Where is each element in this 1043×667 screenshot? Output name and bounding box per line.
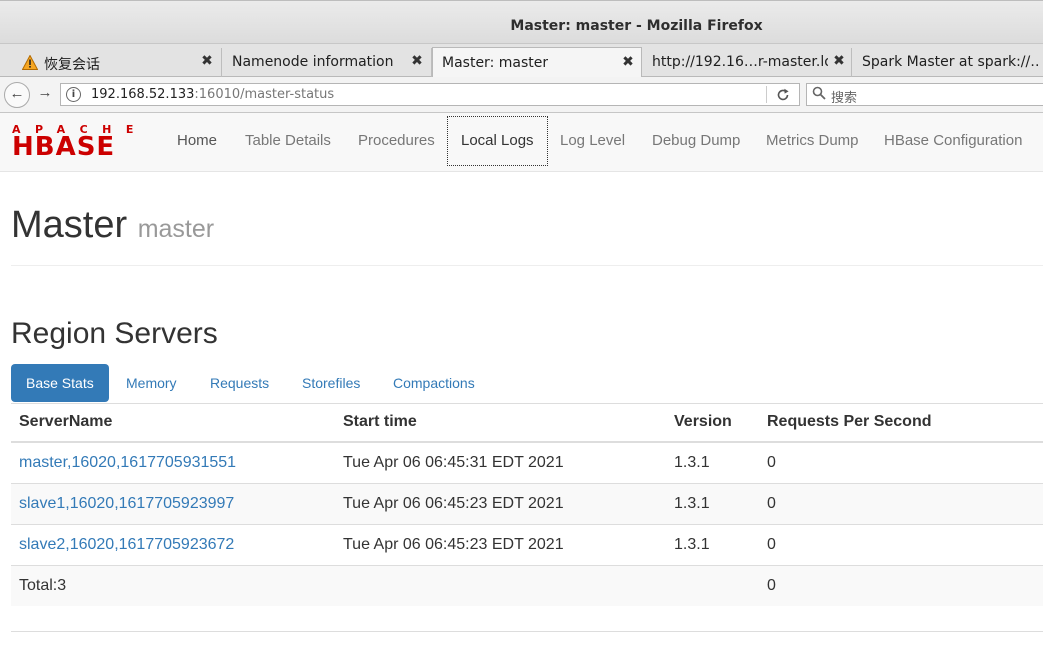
tab-master-log[interactable]: http://192.16…r-master.log ✖ [642,48,852,77]
browser-nav-bar: ← → i 192.168.52.133:16010/master-status… [0,77,1043,113]
reload-icon[interactable] [776,88,790,102]
page-title: Master master [11,204,214,247]
divider [11,265,1043,266]
url-separator [766,86,767,103]
page-title-main: Master [11,204,128,246]
tab-requests[interactable]: Requests [210,364,269,402]
url-text: 192.168.52.133:16010/master-status [91,87,335,102]
tab-spark-master[interactable]: Spark Master at spark://… [852,48,1043,77]
table-row: slave1,16020,1617705923997 Tue Apr 06 06… [11,483,1043,525]
start-time-cell: Tue Apr 06 06:45:23 EDT 2021 [335,483,666,525]
table-header-row: ServerName Start time Version Requests P… [11,403,1043,443]
back-button[interactable]: ← [4,82,30,108]
version-cell: 1.3.1 [666,524,759,566]
tab-restore-session[interactable]: 恢复会话 ✖ [0,48,222,77]
empty-cell [335,565,666,606]
tab-label: Namenode information [232,54,394,70]
hbase-navbar: APACHE HBASE Home Table Details Procedur… [0,113,1043,172]
tab-label: 恢复会话 [44,57,100,73]
divider [11,631,1043,632]
close-icon[interactable]: ✖ [200,53,214,69]
close-icon[interactable]: ✖ [410,53,424,69]
server-link[interactable]: master,16020,1617705931551 [19,454,236,471]
url-bar[interactable]: i 192.168.52.133:16010/master-status [60,83,800,106]
nav-local-logs[interactable]: Local Logs [447,116,548,166]
nav-procedures[interactable]: Procedures [358,113,435,172]
tab-master[interactable]: Master: master ✖ [432,47,642,78]
table-total-row: Total:3 0 [11,565,1043,606]
tab-label: http://192.16…r-master.log [652,54,828,70]
tab-storefiles[interactable]: Storefiles [302,364,360,402]
tab-label: Spark Master at spark://… [862,54,1040,70]
empty-cell [666,565,759,606]
warning-icon [22,55,38,70]
nav-home[interactable]: Home [177,113,217,172]
total-label-cell: Total:3 [11,565,335,606]
version-cell: 1.3.1 [666,483,759,525]
search-icon [812,86,826,100]
nav-metrics-dump[interactable]: Metrics Dump [766,113,859,172]
window-title: Master: master - Mozilla Firefox [510,18,763,34]
column-header: Requests Per Second [759,403,1043,443]
close-icon[interactable]: ✖ [621,54,635,70]
tab-compactions[interactable]: Compactions [393,364,475,402]
server-name-cell: master,16020,1617705931551 [11,441,335,484]
section-title-region-servers: Region Servers [11,317,218,350]
nav-log-level[interactable]: Log Level [560,113,625,172]
tab-label: Master: master [442,55,549,71]
server-name-cell: slave1,16020,1617705923997 [11,483,335,525]
column-header: ServerName [11,403,335,443]
close-icon[interactable]: ✖ [832,53,846,69]
page-subtitle: master [137,215,215,243]
region-servers-table: ServerName Start time Version Requests P… [11,403,1043,606]
nav-table-details[interactable]: Table Details [245,113,331,172]
column-header: Start time [335,403,666,443]
start-time-cell: Tue Apr 06 06:45:23 EDT 2021 [335,524,666,566]
rps-cell: 0 [759,524,1043,566]
table-row: master,16020,1617705931551 Tue Apr 06 06… [11,441,1043,484]
region-server-tabs: Base Stats Memory Requests Storefiles Co… [11,364,1043,404]
browser-tab-strip: 恢复会话 ✖ Namenode information ✖ Master: ma… [0,44,1043,78]
start-time-cell: Tue Apr 06 06:45:31 EDT 2021 [335,441,666,484]
hbase-logo[interactable]: APACHE HBASE [12,123,148,162]
search-placeholder: 搜索 [831,91,858,106]
window-titlebar: Master: master - Mozilla Firefox [0,0,1043,44]
tab-namenode[interactable]: Namenode information ✖ [222,48,432,77]
tab-memory[interactable]: Memory [126,364,177,402]
column-header: Version [666,403,759,443]
table-row: slave2,16020,1617705923672 Tue Apr 06 06… [11,524,1043,566]
info-icon[interactable]: i [66,87,81,102]
total-rps-cell: 0 [759,565,1043,606]
nav-debug-dump[interactable]: Debug Dump [652,113,740,172]
version-cell: 1.3.1 [666,441,759,484]
search-bar[interactable]: 搜索 [806,83,1043,106]
rps-cell: 0 [759,441,1043,484]
nav-hbase-configuration[interactable]: HBase Configuration [884,113,1022,172]
server-link[interactable]: slave1,16020,1617705923997 [19,495,234,512]
logo-hbase-text: HBASE [12,132,116,162]
server-link[interactable]: slave2,16020,1617705923672 [19,536,234,553]
tab-base-stats[interactable]: Base Stats [11,364,109,402]
forward-button[interactable]: → [32,82,58,108]
rps-cell: 0 [759,483,1043,525]
server-name-cell: slave2,16020,1617705923672 [11,524,335,566]
